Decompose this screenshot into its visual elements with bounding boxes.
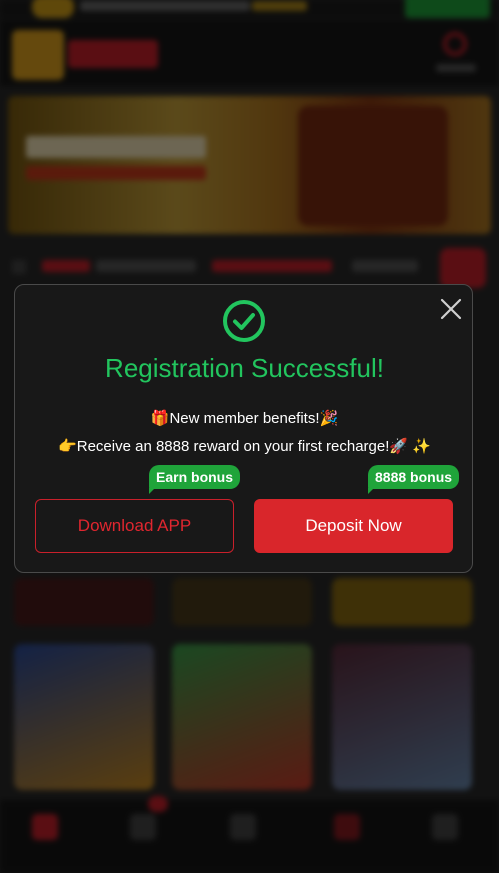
category-tile [332,578,472,626]
marquee-segment [96,260,196,272]
deposit-now-button[interactable]: Deposit Now [254,499,453,553]
wallet-icon [334,814,360,840]
check-circle-icon [222,299,266,343]
download-promo-bar [0,0,499,18]
nav-badge [148,796,168,812]
game-grid [14,644,486,792]
account-icon [432,814,458,840]
promo-text-placeholder [80,1,250,11]
registration-success-modal: Registration Successful! 🎁New member ben… [14,284,473,573]
logo-icon [12,30,64,80]
app-screen: Registration Successful! 🎁New member ben… [0,0,499,873]
activity-icon [130,814,156,840]
banner-headline-placeholder [26,136,206,158]
announcement-marquee [0,244,499,288]
get-app-button [405,0,490,18]
marquee-segment [212,260,332,272]
close-icon[interactable] [439,297,463,321]
promo-banner [8,96,491,234]
home-icon [32,814,58,840]
search-label-placeholder [436,64,476,72]
gift-icon [440,248,486,288]
benefits-heading: 🎁New member benefits!🎉 [150,410,339,427]
game-card [172,644,312,790]
category-tile [14,578,154,626]
game-card [14,644,154,790]
deposit-bonus-badge: 8888 bonus [368,465,460,494]
promo-link-placeholder [252,1,307,11]
logo-wordmark [68,40,158,68]
earn-bonus-badge: Earn bonus [149,465,241,494]
bottom-navigation [0,796,499,873]
promotion-icon [230,814,256,840]
category-tile [172,578,312,626]
promo-app-icon [32,0,74,18]
download-app-button[interactable]: Download APP [35,499,234,553]
game-card [332,644,472,790]
marquee-segment [352,260,418,272]
benefits-description: 👉Receive an 8888 reward on your first re… [58,438,431,455]
category-tiles [14,578,486,628]
app-header [0,20,499,86]
banner-image [298,106,448,226]
speaker-icon [12,260,26,274]
marquee-segment [42,260,90,272]
search-icon [443,32,467,56]
modal-title: Registration Successful! [105,353,384,383]
banner-sub-placeholder [26,166,206,180]
